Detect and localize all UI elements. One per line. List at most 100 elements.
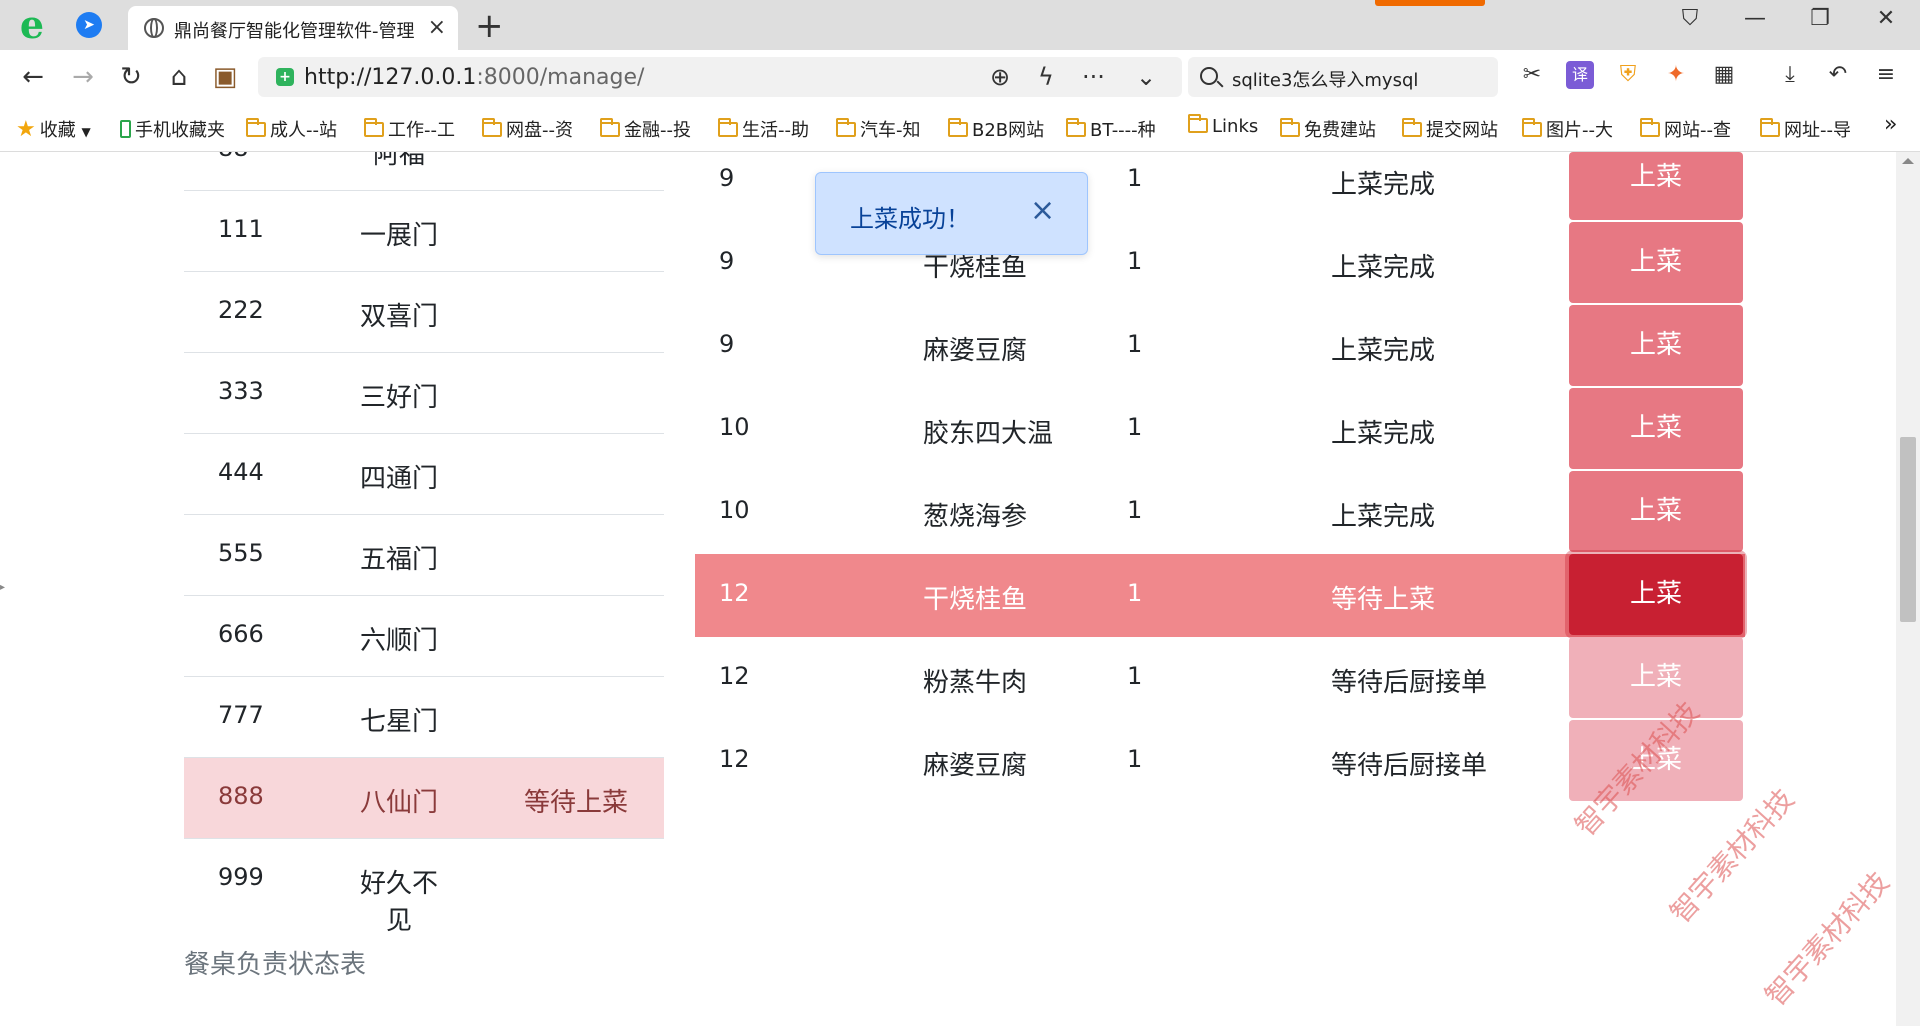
more-dots-icon[interactable]: ··· [1082, 63, 1105, 91]
table-number: 666 [218, 620, 264, 648]
phone-icon [120, 120, 131, 138]
shirt-icon[interactable]: ⛉ [1670, 6, 1710, 31]
toast-message: 上菜成功！ [850, 205, 970, 233]
table-row: 555 五福门 [184, 515, 664, 596]
undo-icon[interactable]: ↶ [1824, 61, 1852, 89]
order-status: 上菜完成 [1331, 502, 1436, 532]
order-table-number: 12 [719, 579, 750, 607]
serve-button[interactable]: 上菜 [1569, 222, 1743, 303]
table-number: 888 [218, 782, 264, 810]
bookmark-mobile[interactable]: 手机收藏夹 [120, 116, 225, 142]
translate-icon[interactable]: 译 [1566, 61, 1594, 89]
table-name: 四通门 [359, 464, 438, 494]
bookmark-folder[interactable]: 工作--工 [364, 116, 455, 142]
table-row: 666 六顺门 [184, 596, 664, 677]
table-number: 444 [218, 458, 264, 486]
game-icon[interactable]: ✦ [1662, 61, 1690, 89]
order-quantity: 1 [1127, 164, 1143, 192]
table-number: 88 [218, 152, 249, 162]
bookmark-favorites[interactable]: ★ 收藏 ▼ [16, 116, 91, 142]
table-name: 好久不见 [359, 869, 438, 936]
shield-extension-icon[interactable]: ⛨ [1614, 61, 1642, 89]
order-status: 上菜完成 [1331, 170, 1436, 200]
zoom-icon[interactable]: ⊕ [990, 63, 1010, 91]
url-text[interactable]: http://127.0.0.1:8000/manage/ [304, 65, 644, 90]
folder-icon [364, 118, 384, 137]
bookmarks-more-icon[interactable]: » [1884, 112, 1897, 137]
order-quantity: 1 [1127, 247, 1143, 275]
folder-icon [1640, 118, 1660, 137]
table-number: 777 [218, 701, 264, 729]
bookmark-folder[interactable]: 网盘--资 [482, 116, 573, 142]
download-icon[interactable]: ⤓ [1776, 61, 1804, 89]
table-row: 999 好久不见 [184, 839, 664, 936]
order-quantity: 1 [1127, 745, 1143, 773]
table-number: 111 [218, 215, 264, 243]
lightning-icon[interactable]: ϟ [1038, 63, 1054, 91]
tab-active[interactable]: 鼎尚餐厅智能化管理软件-管理 × [128, 6, 458, 50]
scrollbar-thumb[interactable] [1900, 437, 1916, 622]
scroll-up-icon[interactable] [1902, 158, 1914, 164]
order-table-number: 9 [719, 330, 735, 358]
bookmark-folder[interactable]: 图片--大 [1522, 116, 1613, 142]
edge-collapse-icon[interactable]: ▸ [0, 582, 5, 593]
globe-icon [144, 18, 164, 38]
folder-icon [1280, 118, 1300, 137]
search-input[interactable]: sqlite3怎么导入mysql [1232, 66, 1418, 92]
table-row: 444 四通门 [184, 434, 664, 515]
serve-button[interactable]: 上菜 [1569, 637, 1743, 718]
serve-button[interactable]: 上菜 [1569, 554, 1743, 635]
bookmark-folder[interactable]: 网址--导 [1760, 116, 1851, 142]
tab-close-icon[interactable]: × [428, 15, 446, 40]
new-tab-button[interactable]: + [475, 6, 504, 46]
briefcase-icon[interactable]: ▣ [208, 62, 242, 92]
table-name: 阿福 [372, 152, 425, 170]
reload-icon[interactable]: ↻ [114, 62, 148, 92]
order-dish: 葱烧海参 [923, 502, 1028, 532]
bookmark-folder[interactable]: 汽车-知 [836, 116, 921, 142]
tab-bar: e ➤ 鼎尚餐厅智能化管理软件-管理 × + ⛉ — ❐ ✕ [0, 0, 1920, 50]
folder-icon [1402, 118, 1422, 137]
restore-icon[interactable]: ❐ [1800, 6, 1840, 31]
chevron-down-icon[interactable]: ⌄ [1136, 63, 1156, 91]
folder-icon [482, 118, 502, 137]
table-name: 六顺门 [359, 626, 438, 656]
serve-button[interactable]: 上菜 [1569, 388, 1743, 469]
bookmark-folder[interactable]: BT----种 [1066, 116, 1156, 142]
close-window-icon[interactable]: ✕ [1866, 6, 1906, 31]
toast-close-icon[interactable]: × [1030, 195, 1055, 227]
address-bar[interactable]: + http://127.0.0.1:8000/manage/ ⊕ ϟ ··· … [258, 57, 1182, 97]
serve-button[interactable]: 上菜 [1569, 471, 1743, 552]
bookmark-folder[interactable]: 成人--站 [246, 116, 337, 142]
forward-icon[interactable]: → [66, 62, 100, 92]
back-icon[interactable]: ← [16, 62, 50, 92]
search-box[interactable]: sqlite3怎么导入mysql [1188, 57, 1498, 97]
order-quantity: 1 [1127, 662, 1143, 690]
folder-icon [718, 118, 738, 137]
order-status: 等待上菜 [1331, 585, 1436, 615]
send-icon[interactable]: ➤ [76, 12, 102, 38]
folder-icon [1066, 118, 1086, 137]
bookmark-folder[interactable]: 网站--查 [1640, 116, 1731, 142]
bookmark-folder[interactable]: 免费建站 [1280, 116, 1376, 142]
apps-grid-icon[interactable]: ▦ [1710, 61, 1738, 89]
table-name: 五福门 [359, 545, 438, 575]
table-row: 222 双喜门 [184, 272, 664, 353]
menu-icon[interactable]: ≡ [1872, 61, 1900, 89]
bookmark-folder[interactable]: 提交网站 [1402, 116, 1498, 142]
bookmark-folder[interactable]: 金融--投 [600, 116, 691, 142]
vertical-scrollbar[interactable] [1896, 152, 1920, 1026]
bookmark-folder[interactable]: B2B网站 [948, 116, 1044, 142]
table-row: 777 七星门 [184, 677, 664, 758]
serve-button[interactable]: 上菜 [1569, 305, 1743, 386]
minimize-icon[interactable]: — [1735, 6, 1775, 31]
table-number: 333 [218, 377, 264, 405]
table-name: 双喜门 [359, 302, 438, 332]
order-row: 10 葱烧海参 1 上菜完成 上菜 [695, 471, 1745, 554]
bookmark-folder[interactable]: 生活--助 [718, 116, 809, 142]
home-icon[interactable]: ⌂ [162, 62, 196, 92]
bookmark-folder[interactable]: Links [1188, 114, 1258, 137]
folder-icon [600, 118, 620, 137]
scissors-icon[interactable]: ✂ [1518, 61, 1546, 89]
serve-button[interactable]: 上菜 [1569, 152, 1743, 220]
